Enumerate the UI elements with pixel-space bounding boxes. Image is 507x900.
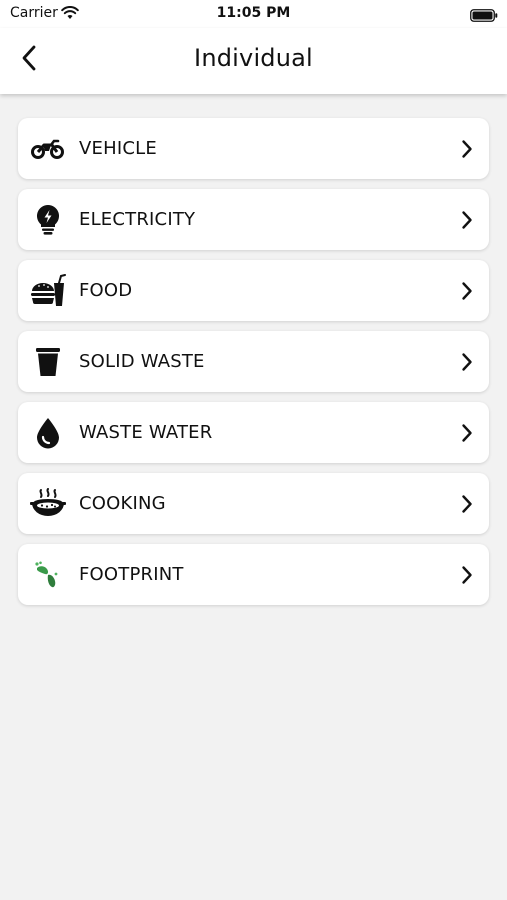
menu-item-label: FOOD <box>79 280 133 301</box>
cooking-pot-icon <box>30 486 66 522</box>
menu-item-cooking[interactable]: COOKING <box>18 473 489 534</box>
menu-item-label: FOOTPRINT <box>79 564 184 585</box>
water-drop-icon <box>30 415 66 451</box>
chevron-right-icon <box>459 279 475 303</box>
status-time: 11:05 PM <box>216 5 291 21</box>
status-bar: Carrier 11:05 PM <box>0 0 507 28</box>
burger-drink-icon <box>30 273 66 309</box>
chevron-right-icon <box>459 208 475 232</box>
lightbulb-icon <box>30 202 66 238</box>
menu-item-label: SOLID WASTE <box>79 351 205 372</box>
category-list: VEHICLE ELECTRICITY FOOD SOLID WASTE WAS… <box>18 118 489 615</box>
menu-item-solid-waste[interactable]: SOLID WASTE <box>18 331 489 392</box>
menu-item-food[interactable]: FOOD <box>18 260 489 321</box>
battery-icon <box>470 7 498 26</box>
menu-item-electricity[interactable]: ELECTRICITY <box>18 189 489 250</box>
chevron-right-icon <box>459 563 475 587</box>
page-title: Individual <box>194 44 313 72</box>
navigation-bar: Individual <box>0 28 507 94</box>
footprint-icon <box>30 557 66 593</box>
motorcycle-icon <box>30 131 66 167</box>
menu-item-footprint[interactable]: FOOTPRINT <box>18 544 489 605</box>
menu-item-label: WASTE WATER <box>79 422 213 443</box>
chevron-right-icon <box>459 492 475 516</box>
trash-bin-icon <box>30 344 66 380</box>
chevron-right-icon <box>459 137 475 161</box>
menu-item-label: COOKING <box>79 493 166 514</box>
chevron-right-icon <box>459 350 475 374</box>
menu-item-label: VEHICLE <box>79 138 157 159</box>
menu-item-label: ELECTRICITY <box>79 209 196 230</box>
menu-item-vehicle[interactable]: VEHICLE <box>18 118 489 179</box>
menu-item-waste-water[interactable]: WASTE WATER <box>18 402 489 463</box>
chevron-right-icon <box>459 421 475 445</box>
